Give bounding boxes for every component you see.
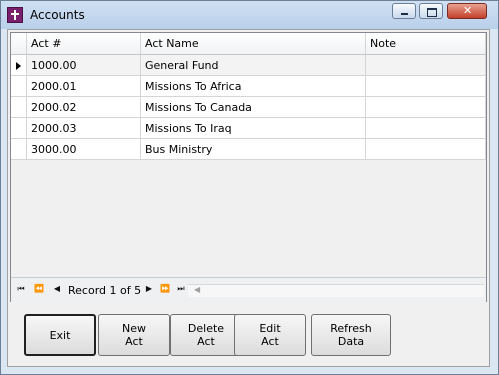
exit-button[interactable]: Exit (24, 314, 96, 356)
table-row[interactable]: 2000.01 Missions To Africa (11, 76, 486, 97)
row-header[interactable] (11, 118, 27, 139)
current-row-arrow-icon (16, 62, 21, 70)
accounts-window: Accounts Act # Act Name Note 1 (0, 0, 499, 375)
record-counter: Record 1 of 5 (68, 284, 142, 297)
column-header-act-name[interactable]: Act Name (141, 33, 366, 54)
maximize-button[interactable] (419, 3, 443, 19)
table-row[interactable]: 2000.02 Missions To Canada (11, 97, 486, 118)
grid-header: Act # Act Name Note (11, 33, 486, 55)
cell-note[interactable] (366, 55, 486, 76)
client-area: Act # Act Name Note 1000.00 General Fund… (7, 29, 490, 367)
cell-act-name[interactable]: Missions To Iraq (141, 118, 366, 139)
title-bar: Accounts (1, 1, 498, 29)
scroll-left-icon[interactable]: ◀ (194, 285, 200, 294)
horizontal-scrollbar[interactable]: ◀ (188, 284, 484, 297)
cell-act-number[interactable]: 1000.00 (27, 55, 141, 76)
table-row[interactable]: 1000.00 General Fund (11, 55, 486, 76)
app-cross-icon (7, 7, 23, 23)
cell-note[interactable] (366, 97, 486, 118)
previous-page-icon[interactable]: ⏪ (33, 283, 45, 295)
column-header-label: Act # (31, 37, 62, 50)
next-record-icon[interactable]: ▶ (143, 283, 155, 295)
row-header-corner (11, 33, 27, 54)
cell-act-number[interactable]: 2000.01 (27, 76, 141, 97)
first-record-icon[interactable]: ⏮ (15, 283, 27, 295)
cell-act-number[interactable]: 2000.02 (27, 97, 141, 118)
delete-act-button[interactable]: Delete Act (170, 314, 242, 356)
cell-act-name[interactable]: Missions To Africa (141, 76, 366, 97)
table-row[interactable]: 3000.00 Bus Ministry (11, 139, 486, 160)
row-header[interactable] (11, 55, 27, 76)
table-row[interactable]: 2000.03 Missions To Iraq (11, 118, 486, 139)
cell-note[interactable] (366, 76, 486, 97)
accounts-grid: Act # Act Name Note 1000.00 General Fund… (10, 32, 487, 302)
cell-act-name[interactable]: General Fund (141, 55, 366, 76)
record-navigator: ⏮ ⏪ ◀ Record 1 of 5 ▶ ⏩ ⏭ ◀ (11, 277, 486, 302)
refresh-data-button[interactable]: Refresh Data (311, 314, 391, 356)
close-button[interactable] (447, 3, 487, 19)
minimize-button[interactable] (392, 3, 416, 19)
window-title: Accounts (30, 8, 85, 22)
last-record-icon[interactable]: ⏭ (175, 283, 187, 295)
row-header[interactable] (11, 76, 27, 97)
cell-act-number[interactable]: 3000.00 (27, 139, 141, 160)
cell-note[interactable] (366, 118, 486, 139)
new-act-button[interactable]: New Act (98, 314, 170, 356)
cell-act-number[interactable]: 2000.03 (27, 118, 141, 139)
edit-act-button[interactable]: Edit Act (234, 314, 306, 356)
cell-note[interactable] (366, 139, 486, 160)
row-header[interactable] (11, 139, 27, 160)
cell-act-name[interactable]: Missions To Canada (141, 97, 366, 118)
next-page-icon[interactable]: ⏩ (159, 283, 171, 295)
column-header-label: Note (370, 37, 397, 50)
column-header-label: Act Name (145, 37, 199, 50)
row-header[interactable] (11, 97, 27, 118)
previous-record-icon[interactable]: ◀ (51, 283, 63, 295)
column-header-note[interactable]: Note (366, 33, 486, 54)
cell-act-name[interactable]: Bus Ministry (141, 139, 366, 160)
column-header-act-number[interactable]: Act # (27, 33, 153, 54)
